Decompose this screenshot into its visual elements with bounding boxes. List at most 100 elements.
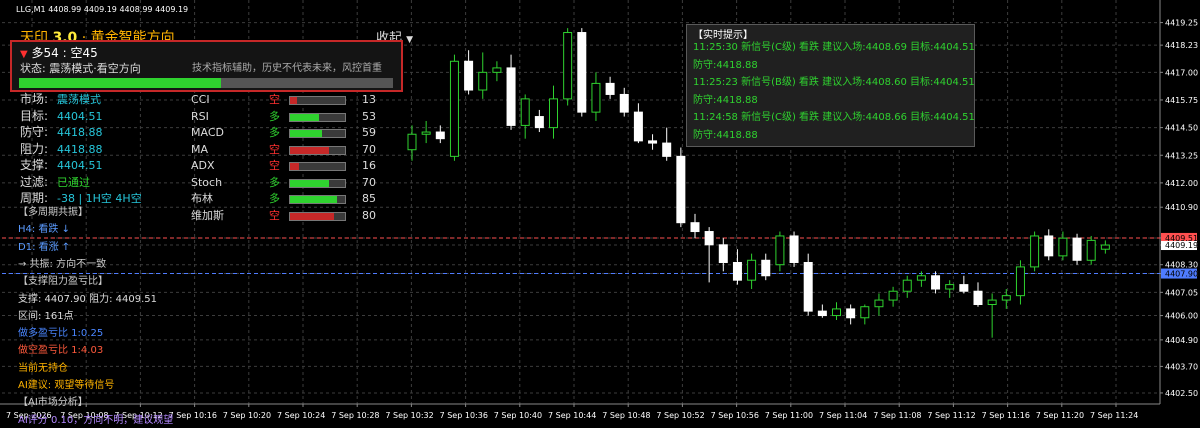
signal-summary-panel: ▼ 多54 : 空45 状态: 震荡模式·看空方向 技术指标辅助，历史不代表未来… <box>10 40 403 92</box>
y-tick-label: 4417.00 <box>1165 68 1198 77</box>
analysis-line: 【多周期共振】 <box>18 207 88 218</box>
info-label: 阻力: <box>20 141 49 156</box>
indicator-value: 13 <box>362 93 376 106</box>
indicator-bar <box>289 211 346 221</box>
indicator-value: 80 <box>362 208 376 222</box>
candle-body <box>803 261 813 312</box>
analysis-line: 当前无持仓 <box>18 362 68 374</box>
info-value: 4418.88 <box>57 126 103 139</box>
level-tag-label: 4407.90 <box>1165 270 1198 279</box>
candle-body <box>591 82 601 113</box>
info-value: 已通过 <box>57 175 90 189</box>
candle-body <box>789 235 799 263</box>
candle-body <box>1001 295 1011 301</box>
y-tick-label: 4415.75 <box>1165 96 1198 105</box>
alert-item: 防守:4418.88 <box>693 59 758 71</box>
indicator-bar-fill <box>290 146 329 154</box>
candle-body <box>633 111 643 142</box>
candle-body <box>1072 237 1082 261</box>
indicator-direction: 空 <box>269 142 280 156</box>
candle-body <box>421 131 431 135</box>
y-tick-label: 4419.25 <box>1165 19 1198 28</box>
indicator-direction: 空 <box>269 93 280 106</box>
candle-body <box>619 93 629 113</box>
candle-body <box>888 290 898 301</box>
analysis-line: H4: 看跌 ↓ <box>18 224 70 236</box>
alert-item: 防守:4418.88 <box>693 94 758 106</box>
x-tick-label: 7 Sep 10:52 <box>656 411 704 420</box>
x-tick-label: 7 Sep 10:20 <box>223 411 271 420</box>
analysis-line: AI评分 0.10，方向不明，建议观望 <box>18 414 174 426</box>
analysis-line: AI建议: 观望等待信号 <box>18 380 115 391</box>
candle-body <box>1015 266 1025 297</box>
realtime-alert-box: 【实时提示】 11:25:30 新信号(C级) 看跌 建议入场:4408.69 … <box>686 24 975 147</box>
x-tick-label: 7 Sep 11:16 <box>982 411 1030 420</box>
y-tick-label: 4403.70 <box>1165 362 1198 371</box>
analysis-line: 做多盈亏比 1:0.25 <box>18 328 104 340</box>
alert-item: 11:25:30 新信号(C级) 看跌 建议入场:4408.69 目标:4404… <box>693 42 975 53</box>
indicator-name: 布林 <box>191 192 213 205</box>
info-value: -38 | 1H空 4H空 <box>57 192 142 205</box>
x-tick-label: 7 Sep 11:12 <box>927 411 975 420</box>
indicator-value: 70 <box>362 142 376 156</box>
candle-body <box>1030 235 1040 268</box>
indicator-name: MA <box>191 142 209 156</box>
candle-body <box>549 98 558 129</box>
ratio-text: 多54 : 空45 <box>31 46 98 60</box>
alert-item: 防守:4418.88 <box>693 129 758 141</box>
info-value: 4404.51 <box>57 109 103 123</box>
indicator-value: 85 <box>362 192 376 205</box>
info-value: 震荡模式 <box>57 93 101 106</box>
indicator-bar-fill <box>290 196 337 203</box>
candle-body <box>690 222 700 233</box>
candle-body <box>832 308 841 317</box>
indicator-direction: 空 <box>269 208 280 222</box>
indicator-name: 维加斯 <box>191 208 224 222</box>
candle-body <box>931 275 941 290</box>
y-tick-label: 4406.00 <box>1165 312 1198 321</box>
y-tick-label: 4414.50 <box>1165 124 1198 133</box>
analysis-line: 【AI市场分析】 <box>18 397 88 409</box>
indicator-bar <box>289 112 346 122</box>
indicator-bar <box>289 162 346 171</box>
alert-item: 11:24:58 新信号(C级) 看跌 建议入场:4408.66 目标:4404… <box>693 112 975 123</box>
analysis-line: 【支撑阻力盈亏比】 <box>18 276 108 288</box>
alert-item: 11:25:23 新信号(B级) 看跌 建议入场:4408.60 目标:4404… <box>693 77 975 88</box>
analysis-line: D1: 看涨 ↑ <box>18 241 71 253</box>
x-tick-label: 7 Sep 10:48 <box>602 411 650 420</box>
indicator-bar-fill <box>290 212 334 220</box>
indicator-bar <box>289 129 346 138</box>
candle-body <box>874 299 884 308</box>
y-tick-label: 4408.30 <box>1165 261 1198 270</box>
indicator-direction: 多 <box>269 175 280 189</box>
x-tick-label: 7 Sep 11:08 <box>873 411 921 420</box>
status-text: 状态: 震荡模式·看空方向 <box>20 62 141 75</box>
x-tick-label: 7 Sep 10:36 <box>440 411 488 420</box>
info-label: 过滤: <box>20 174 49 189</box>
candle-body <box>520 98 530 126</box>
x-tick-label: 7 Sep 11:20 <box>1036 411 1084 420</box>
indicator-name: RSI <box>191 109 209 123</box>
indicator-name: MACD <box>191 126 224 139</box>
indicator-value: 16 <box>362 159 376 172</box>
candle-body <box>775 235 785 266</box>
candle-body <box>648 140 658 144</box>
candle-body <box>534 116 544 129</box>
analysis-line: 做空盈亏比 1:4.03 <box>18 345 104 357</box>
indicator-bar <box>289 178 346 188</box>
indicator-name: ADX <box>191 159 215 172</box>
indicator-direction: 空 <box>269 159 280 172</box>
indicator-bar-fill <box>290 179 329 187</box>
candle-body <box>435 131 445 140</box>
candle-body <box>1058 237 1068 257</box>
y-tick-label: 4407.05 <box>1165 288 1198 297</box>
candle-body <box>492 67 502 73</box>
candle-body <box>1044 235 1054 257</box>
info-label: 周期: <box>20 191 49 205</box>
price-axis[interactable]: 4419.25 4418.23 4417.00 4415.75 4414.50 4413.… <box>1160 19 1198 398</box>
y-tick-label: 4410.90 <box>1165 203 1198 212</box>
x-tick-label: 7 Sep 10:32 <box>385 411 433 420</box>
candle-body <box>817 310 827 317</box>
x-tick-label: 7 Sep 10:56 <box>711 411 759 420</box>
candle-body <box>846 308 856 319</box>
